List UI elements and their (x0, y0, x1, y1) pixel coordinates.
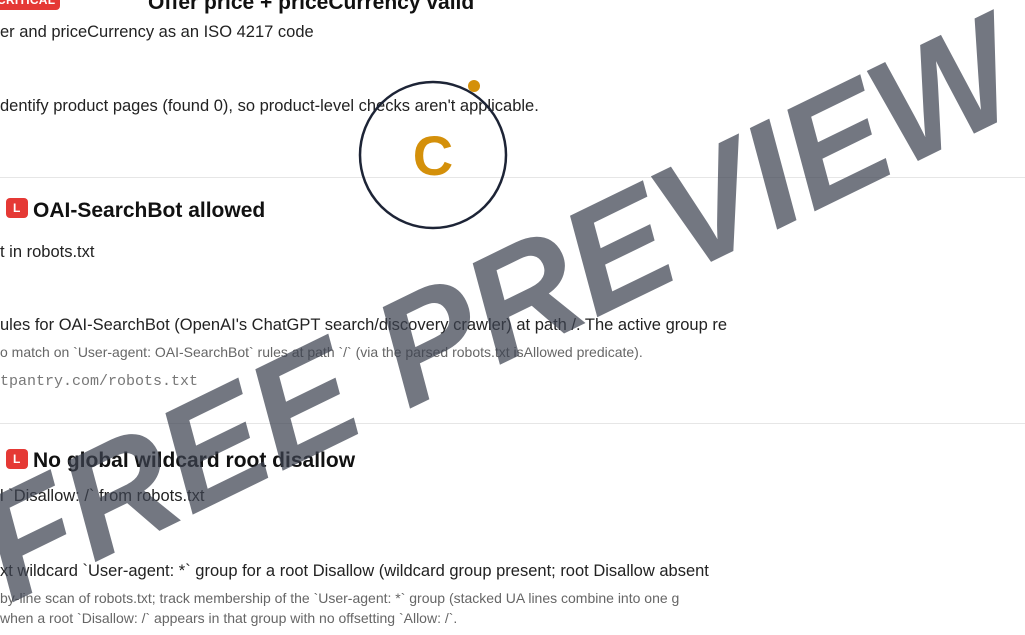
brand-logo-icon: C (358, 80, 508, 230)
check-subtitle-oai-searchbot: t in robots.txt (0, 243, 95, 261)
check-result-wildcard-disallow: xt wildcard `User-agent: *` group for a … (0, 562, 709, 580)
check-method-oai-searchbot: o match on `User-agent: OAI-SearchBot` r… (0, 344, 643, 360)
section-divider (0, 423, 1025, 424)
logo-letter: C (413, 124, 453, 187)
check-title-offer-price: Offer price + priceCurrency valid (148, 0, 475, 14)
severity-badge-critical: CRITICAL (0, 0, 61, 10)
check-source-url: tpantry.com/robots.txt (0, 373, 199, 390)
check-result-oai-searchbot: ules for OAI-SearchBot (OpenAI's ChatGPT… (0, 316, 728, 334)
section-divider (0, 177, 1025, 178)
check-subtitle-offer-price: er and priceCurrency as an ISO 4217 code (0, 23, 314, 41)
check-method-wildcard-disallow-2: when a root `Disallow: /` appears in tha… (0, 610, 458, 626)
check-method-wildcard-disallow-1: by-line scan of robots.txt; track member… (0, 590, 680, 606)
severity-badge: L (6, 449, 28, 469)
severity-badge: L (6, 198, 28, 218)
check-title-oai-searchbot: OAI-SearchBot allowed (33, 199, 266, 222)
check-subtitle-wildcard-disallow: l `Disallow: /` from robots.txt (0, 487, 205, 505)
check-title-wildcard-disallow: No global wildcard root disallow (33, 449, 356, 472)
